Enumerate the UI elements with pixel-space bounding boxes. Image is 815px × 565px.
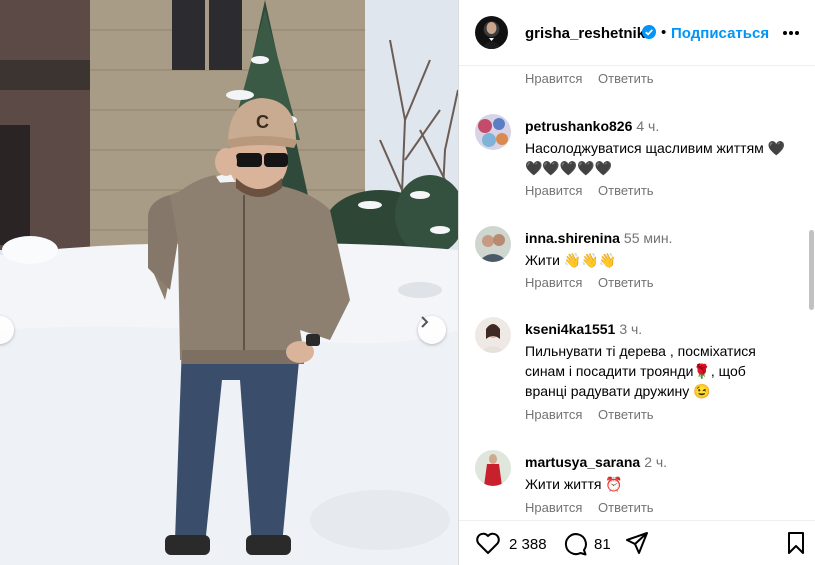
comment-username[interactable]: kseni4ka1551 xyxy=(525,321,615,337)
comment-icon[interactable] xyxy=(562,531,588,557)
comment-actions: Нравится Ответить xyxy=(525,275,666,290)
reply-comment-button[interactable]: Ответить xyxy=(598,275,654,290)
comment-username[interactable]: inna.shirenina xyxy=(525,230,620,246)
post-actions-bar: 2 388 81 xyxy=(459,520,815,565)
like-comment-button[interactable]: Нравится xyxy=(525,183,582,198)
commenter-avatar-image xyxy=(475,114,511,150)
comment-time[interactable]: 55 мин. xyxy=(624,230,673,246)
comment-actions: Нравится Ответить xyxy=(525,183,666,198)
share-icon[interactable] xyxy=(625,531,649,555)
post-details-panel: grisha_reshetnik • Подписаться Нравится … xyxy=(458,0,815,565)
comment-text: Жити життя ⏰ xyxy=(525,476,623,492)
verified-badge-icon xyxy=(642,25,656,39)
next-photo-button[interactable] xyxy=(418,316,446,344)
reply-comment-button[interactable]: Ответить xyxy=(598,500,654,515)
like-comment-button[interactable]: Нравится xyxy=(525,407,582,422)
commenter-avatar-image xyxy=(475,226,511,262)
bookmark-icon[interactable] xyxy=(786,531,806,555)
chevron-right-icon xyxy=(421,316,429,328)
comment-actions: Нравится Ответить xyxy=(525,500,666,515)
comment-text: Пильнувати ті дерева , посміхатися синам… xyxy=(525,343,756,399)
commenter-avatar-image xyxy=(475,450,511,486)
commenter-avatar[interactable] xyxy=(475,317,511,353)
author-avatar[interactable] xyxy=(475,16,508,49)
commenter-avatar[interactable] xyxy=(475,226,511,262)
follow-button[interactable]: Подписаться xyxy=(671,25,769,42)
comment-text: Насолоджуватися щасливим життям 🖤🖤🖤🖤🖤🖤 xyxy=(525,140,786,176)
svg-text:C: C xyxy=(256,112,269,132)
reply-comment-button[interactable]: Ответить xyxy=(598,183,654,198)
comment-time[interactable]: 2 ч. xyxy=(644,454,667,470)
photo-illustration: C xyxy=(0,0,458,565)
comment-time[interactable]: 3 ч. xyxy=(619,321,642,337)
comment-time[interactable]: 4 ч. xyxy=(636,118,659,134)
author-avatar-image xyxy=(481,22,502,49)
comments-count[interactable]: 81 xyxy=(594,536,611,553)
post-photo[interactable]: C xyxy=(0,0,458,565)
commenter-avatar[interactable] xyxy=(475,114,511,150)
reply-comment-button[interactable]: Ответить xyxy=(598,71,654,86)
post-header: grisha_reshetnik • Подписаться xyxy=(459,0,815,66)
comment-actions: Нравится Ответить xyxy=(525,407,666,422)
like-comment-button[interactable]: Нравится xyxy=(525,500,582,515)
reply-comment-button[interactable]: Ответить xyxy=(598,407,654,422)
comments-scrollbar[interactable] xyxy=(809,230,814,310)
like-comment-button[interactable]: Нравится xyxy=(525,275,582,290)
more-options-icon[interactable] xyxy=(782,30,800,36)
author-username[interactable]: grisha_reshetnik xyxy=(525,25,645,42)
commenter-avatar-image xyxy=(475,317,511,353)
commenter-avatar[interactable] xyxy=(475,450,511,486)
comment-text: Жити 👋👋👋 xyxy=(525,252,617,268)
likes-count[interactable]: 2 388 xyxy=(509,536,547,553)
comment-username[interactable]: martusya_sarana xyxy=(525,454,640,470)
like-comment-button[interactable]: Нравится xyxy=(525,71,582,86)
header-separator: • xyxy=(661,24,667,41)
previous-comment-actions: Нравится Ответить xyxy=(525,71,666,86)
heart-icon[interactable] xyxy=(475,531,501,555)
comments-list[interactable]: Нравится Ответить petrushanko826 4 ч. Нас… xyxy=(459,66,815,520)
comment-username[interactable]: petrushanko826 xyxy=(525,118,632,134)
